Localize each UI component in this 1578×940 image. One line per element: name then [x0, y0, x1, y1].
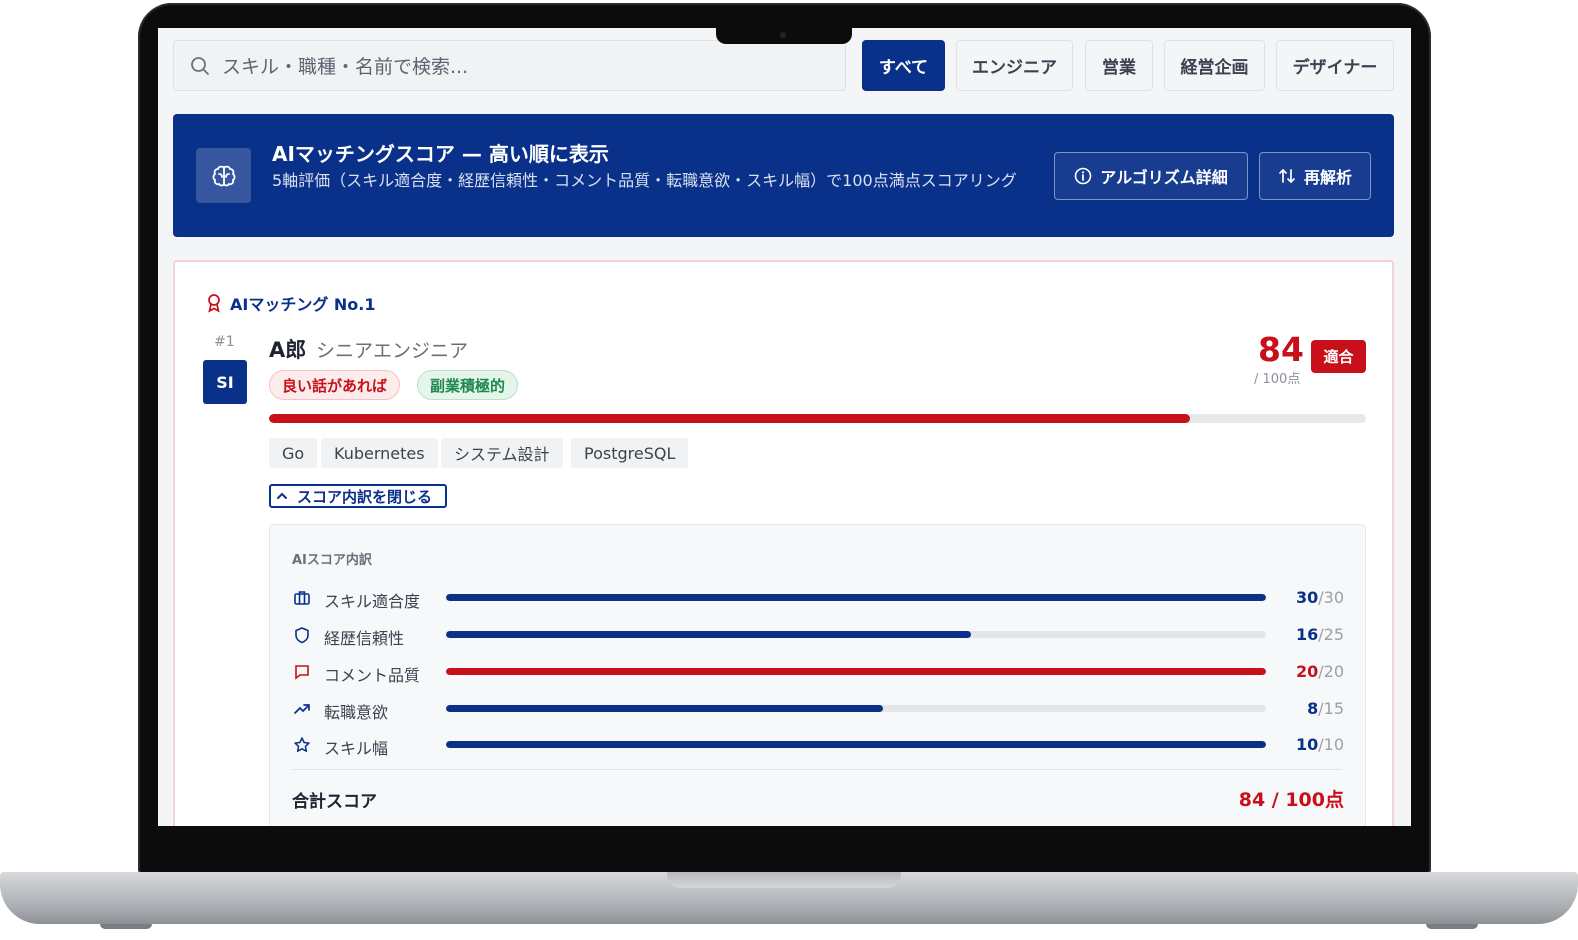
breakdown-row-score: 16/25 — [1295, 625, 1344, 644]
fit-badge: 適合 — [1311, 340, 1366, 373]
breakdown-row-bar-fill — [446, 705, 884, 712]
sort-arrows-icon — [1279, 168, 1295, 184]
breakdown-row-label: コメント品質 — [324, 666, 421, 685]
laptop-opening-notch — [667, 872, 901, 888]
breakdown-row-label: 経歴信頼性 — [324, 629, 405, 648]
chevron-up-icon — [277, 492, 287, 499]
score-breakdown-toggle[interactable]: スコア内訳を閉じる — [269, 484, 447, 508]
breakdown-row-bar-fill — [446, 594, 1266, 601]
status-tag: 良い話があれば — [269, 370, 401, 400]
laptop-foot — [100, 924, 152, 929]
breakdown-row-bar-fill — [446, 741, 1266, 748]
breakdown-row-bar — [446, 741, 1266, 748]
skill-chip: Kubernetes — [321, 438, 438, 468]
score-breakdown-toggle-label: スコア内訳を閉じる — [297, 487, 433, 506]
reanalyze-label: 再解析 — [1303, 168, 1352, 187]
filter-engineer-button[interactable]: エンジニア — [956, 40, 1073, 91]
total-score-label: 合計スコア — [292, 792, 377, 812]
search-icon — [191, 56, 209, 75]
match-score-bar-fill — [269, 414, 1191, 423]
search-placeholder: スキル・職種・名前で検索... — [222, 56, 469, 78]
banner-title: AIマッチングスコア — 高い順に表示 — [272, 142, 609, 166]
breakdown-row-score: 10/10 — [1295, 735, 1344, 754]
skill-chip: PostgreSQL — [571, 438, 689, 468]
algorithm-details-label: アルゴリズム詳細 — [1100, 168, 1228, 187]
breakdown-row-score: 8/15 — [1307, 699, 1344, 718]
skill-chip: Go — [269, 438, 318, 468]
total-score-value: 84 / 100点 — [1238, 789, 1344, 811]
status-tag: 副業積極的 — [417, 370, 519, 400]
filter-all-button[interactable]: すべて — [862, 40, 945, 91]
breakdown-row-label: 転職意欲 — [324, 703, 389, 722]
briefcase-icon — [292, 588, 312, 608]
breakdown-row-bar-fill — [446, 631, 971, 638]
comment-icon — [292, 662, 312, 682]
laptop-foot — [1426, 924, 1478, 929]
filter-sales-button[interactable]: 営業 — [1085, 40, 1153, 91]
brain-icon — [196, 148, 251, 203]
filter-designer-button[interactable]: デザイナー — [1276, 40, 1394, 91]
app-screen: スキル・職種・名前で検索... すべて エンジニア 営業 経営企画 デザイナー … — [158, 28, 1411, 826]
search-input[interactable]: スキル・職種・名前で検索... — [173, 40, 846, 91]
info-icon — [1074, 167, 1092, 185]
breakdown-row-bar — [446, 594, 1266, 601]
match-score: 84 — [1258, 330, 1304, 369]
breakdown-row-bar — [446, 668, 1266, 675]
top-match-badge: AIマッチング No.1 — [206, 291, 376, 315]
avatar: SI — [203, 360, 247, 404]
breakdown-row-bar — [446, 631, 1266, 638]
top-match-label: AIマッチング No.1 — [230, 295, 376, 314]
breakdown-row-score: 30/30 — [1295, 588, 1344, 607]
breakdown-row-score: 20/20 — [1295, 662, 1344, 681]
candidate-role: シニアエンジニア — [316, 340, 469, 362]
ai-score-banner: AIマッチングスコア — 高い順に表示 5軸評価（スキル適合度・経歴信頼性・コメ… — [173, 114, 1394, 237]
trend-up-icon — [292, 699, 312, 719]
shield-icon — [292, 625, 312, 645]
candidate-card[interactable]: AIマッチング No.1 #1 SI A郎 シニアエンジニア 良い話があれば 副… — [173, 260, 1394, 826]
banner-subtitle: 5軸評価（スキル適合度・経歴信頼性・コメント品質・転職意欲・スキル幅）で100点… — [272, 171, 1017, 190]
score-breakdown-panel: AIスコア内訳 スキル適合度 30/30 経歴信頼性 16/25 コメント品質 … — [269, 524, 1366, 826]
award-icon — [208, 294, 220, 313]
breakdown-row-label: スキル幅 — [324, 739, 389, 758]
camera-icon — [780, 32, 786, 38]
match-score-max: / 100点 — [1254, 372, 1301, 387]
breakdown-title: AIスコア内訳 — [292, 553, 372, 568]
algorithm-details-button[interactable]: アルゴリズム詳細 — [1054, 152, 1248, 200]
match-score-bar — [269, 414, 1366, 423]
filter-planning-button[interactable]: 経営企画 — [1164, 40, 1265, 91]
skill-chip: システム設計 — [441, 438, 563, 468]
breakdown-row-bar-fill — [446, 668, 1266, 675]
breakdown-row-bar — [446, 705, 1266, 712]
rank-number: #1 — [214, 334, 235, 350]
camera-notch — [716, 28, 852, 44]
reanalyze-button[interactable]: 再解析 — [1259, 152, 1371, 200]
candidate-name: A郎 — [269, 338, 307, 362]
breakdown-divider — [292, 769, 1342, 770]
breakdown-row-label: スキル適合度 — [324, 592, 421, 611]
star-icon — [292, 735, 312, 755]
